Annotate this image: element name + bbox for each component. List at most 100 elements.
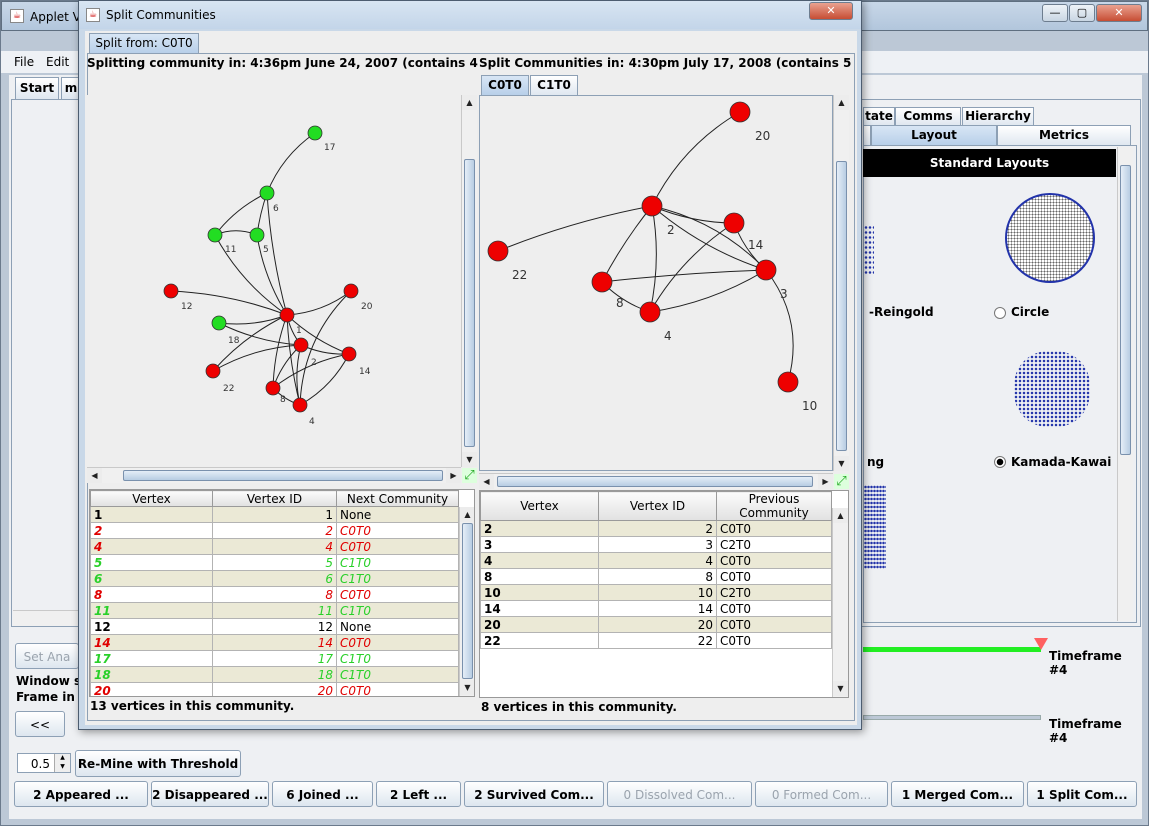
tab-c0t0[interactable]: C0T0 bbox=[481, 75, 529, 95]
layout-vscroll-thumb[interactable] bbox=[1120, 165, 1131, 455]
right-table-cell-vertex[interactable]: 4 bbox=[480, 552, 599, 569]
right-col-vertex[interactable]: Vertex bbox=[480, 491, 599, 521]
left-table-cell-vertex[interactable]: 6 bbox=[90, 570, 213, 587]
right-graph-vscroll[interactable]: ▲ ▼ bbox=[833, 95, 849, 471]
left-table-cell-community[interactable]: C1T0 bbox=[336, 554, 459, 571]
left-table-cell-community[interactable]: C0T0 bbox=[336, 682, 459, 696]
right-table-cell-vertex-id[interactable]: 22 bbox=[598, 632, 717, 649]
graph-node[interactable] bbox=[259, 185, 275, 201]
left-table-cell-vertex-id[interactable]: 2 bbox=[212, 522, 337, 539]
right-left-arrow-icon[interactable]: ◀ bbox=[479, 474, 494, 489]
left-table-cell-community[interactable]: C0T0 bbox=[336, 586, 459, 603]
left-col-vertex[interactable]: Vertex bbox=[90, 490, 213, 507]
left-table-cell-vertex-id[interactable]: 12 bbox=[212, 618, 337, 635]
right-table-cell-community[interactable]: C0T0 bbox=[716, 616, 832, 633]
right-table-cell-vertex[interactable]: 3 bbox=[480, 536, 599, 553]
layout-vscroll[interactable] bbox=[1117, 147, 1133, 621]
tab-metrics[interactable]: Metrics bbox=[997, 125, 1131, 145]
right-table-row[interactable]: 14 14 C0T0 bbox=[480, 600, 832, 617]
formed-button[interactable]: 0 Formed Com... bbox=[755, 781, 888, 807]
joined-button[interactable]: 6 Joined ... bbox=[272, 781, 373, 807]
left-table-cell-vertex[interactable]: 11 bbox=[90, 602, 213, 619]
spinner-up-icon[interactable]: ▲ bbox=[54, 754, 70, 763]
right-graph-hscroll-thumb[interactable] bbox=[497, 476, 813, 487]
right-table-cell-community[interactable]: C0T0 bbox=[716, 568, 832, 585]
layout-circle-label[interactable]: Circle bbox=[1011, 305, 1049, 319]
right-graph-hscroll[interactable]: ◀ ▶ bbox=[479, 473, 833, 489]
left-table-cell-vertex[interactable]: 20 bbox=[90, 682, 213, 696]
right-right-arrow-icon[interactable]: ▶ bbox=[818, 474, 833, 489]
threshold-spinner[interactable]: 0.5 ▲ ▼ bbox=[17, 753, 71, 773]
remine-button[interactable]: Re-Mine with Threshold bbox=[75, 750, 241, 777]
graph-node[interactable] bbox=[729, 101, 751, 123]
tab-start[interactable]: Start bbox=[15, 77, 59, 99]
threshold-value[interactable]: 0.5 bbox=[31, 757, 50, 771]
left-table-cell-community[interactable]: None bbox=[336, 506, 459, 523]
tab-tate[interactable]: tate bbox=[863, 107, 895, 125]
graph-node[interactable] bbox=[641, 195, 663, 217]
left-table-row[interactable]: 6 6 C1T0 bbox=[90, 570, 459, 587]
circle-radio-icon[interactable] bbox=[994, 307, 1006, 319]
right-table-cell-vertex-id[interactable]: 4 bbox=[598, 552, 717, 569]
set-analysis-button[interactable]: Set Ana bbox=[15, 643, 79, 669]
left-table-cell-vertex[interactable]: 5 bbox=[90, 554, 213, 571]
graph-node[interactable] bbox=[341, 346, 357, 362]
right-table-cell-vertex[interactable]: 20 bbox=[480, 616, 599, 633]
right-table-cell-vertex[interactable]: 2 bbox=[480, 520, 599, 537]
graph-node[interactable] bbox=[591, 271, 613, 293]
left-table-cell-community[interactable]: C1T0 bbox=[336, 650, 459, 667]
left-table-vscroll[interactable]: ▲ ▼ bbox=[459, 507, 474, 696]
right-down-arrow-icon[interactable]: ▼ bbox=[834, 456, 849, 471]
rtable-up-arrow-icon[interactable]: ▲ bbox=[833, 508, 848, 523]
left-table-row[interactable]: 2 2 C0T0 bbox=[90, 522, 459, 539]
kk-layout-preview[interactable] bbox=[1014, 351, 1090, 427]
right-graph-vscroll-thumb[interactable] bbox=[836, 161, 847, 451]
left-table-cell-vertex[interactable]: 8 bbox=[90, 586, 213, 603]
left-graph-vscroll-thumb[interactable] bbox=[464, 159, 475, 447]
graph-node[interactable] bbox=[487, 240, 509, 262]
rtable-down-arrow-icon[interactable]: ▼ bbox=[833, 681, 848, 696]
left-table-row[interactable]: 1 1 None bbox=[90, 506, 459, 523]
right-table-cell-community[interactable]: C0T0 bbox=[716, 520, 832, 537]
timeline-track-2[interactable] bbox=[863, 715, 1041, 720]
right-graph[interactable]: 20 2 14 22 3 8 4 10 bbox=[480, 96, 833, 471]
maximize-button[interactable]: ▢ bbox=[1069, 4, 1095, 22]
fr-layout-preview[interactable] bbox=[864, 225, 874, 275]
left-graph[interactable]: 17611 512 201812142284 bbox=[87, 95, 461, 467]
right-table-cell-community[interactable]: C0T0 bbox=[716, 600, 832, 617]
right-arrow-icon[interactable]: ▶ bbox=[446, 468, 461, 483]
right-col-previous-community[interactable]: Previous Community bbox=[716, 491, 832, 521]
right-table-row[interactable]: 20 20 C0T0 bbox=[480, 616, 832, 633]
left-table-cell-vertex[interactable]: 2 bbox=[90, 522, 213, 539]
left-table-cell-vertex[interactable]: 14 bbox=[90, 634, 213, 651]
right-table-cell-vertex[interactable]: 10 bbox=[480, 584, 599, 601]
left-table-cell-community[interactable]: C1T0 bbox=[336, 666, 459, 683]
layout-spring-label[interactable]: ng bbox=[867, 455, 884, 469]
left-table-cell-vertex-id[interactable]: 1 bbox=[212, 506, 337, 523]
right-table-vscroll[interactable]: ▲ ▼ bbox=[832, 508, 848, 697]
right-table-row[interactable]: 4 4 C0T0 bbox=[480, 552, 832, 569]
left-table-row[interactable]: 4 4 C0T0 bbox=[90, 538, 459, 555]
left-table-cell-vertex-id[interactable]: 8 bbox=[212, 586, 337, 603]
left-table-row[interactable]: 5 5 C1T0 bbox=[90, 554, 459, 571]
left-table-row[interactable]: 17 17 C1T0 bbox=[90, 650, 459, 667]
graph-node[interactable] bbox=[207, 227, 223, 243]
graph-node[interactable] bbox=[211, 315, 227, 331]
right-table-row[interactable]: 22 22 C0T0 bbox=[480, 632, 832, 649]
up-arrow-icon[interactable]: ▲ bbox=[462, 95, 477, 110]
down-arrow-icon[interactable]: ▼ bbox=[462, 452, 477, 467]
right-table-cell-vertex-id[interactable]: 8 bbox=[598, 568, 717, 585]
disappeared-button[interactable]: 2 Disappeared ... bbox=[151, 781, 269, 807]
right-zoom-fit-icon[interactable]: ⤢ bbox=[834, 474, 849, 489]
graph-node[interactable] bbox=[307, 125, 323, 141]
graph-node[interactable] bbox=[723, 212, 745, 234]
left-table-cell-community[interactable]: C1T0 bbox=[336, 602, 459, 619]
graph-node[interactable] bbox=[343, 283, 359, 299]
left-table-row[interactable]: 18 18 C1T0 bbox=[90, 666, 459, 683]
right-table-cell-vertex[interactable]: 8 bbox=[480, 568, 599, 585]
timeline-marker-icon[interactable] bbox=[1034, 638, 1048, 650]
graph-node[interactable] bbox=[279, 307, 295, 323]
left-table-cell-vertex-id[interactable]: 18 bbox=[212, 666, 337, 683]
right-graph-panel[interactable]: 20 2 14 22 3 8 4 10 bbox=[479, 95, 833, 471]
left-button[interactable]: 2 Left ... bbox=[376, 781, 461, 807]
